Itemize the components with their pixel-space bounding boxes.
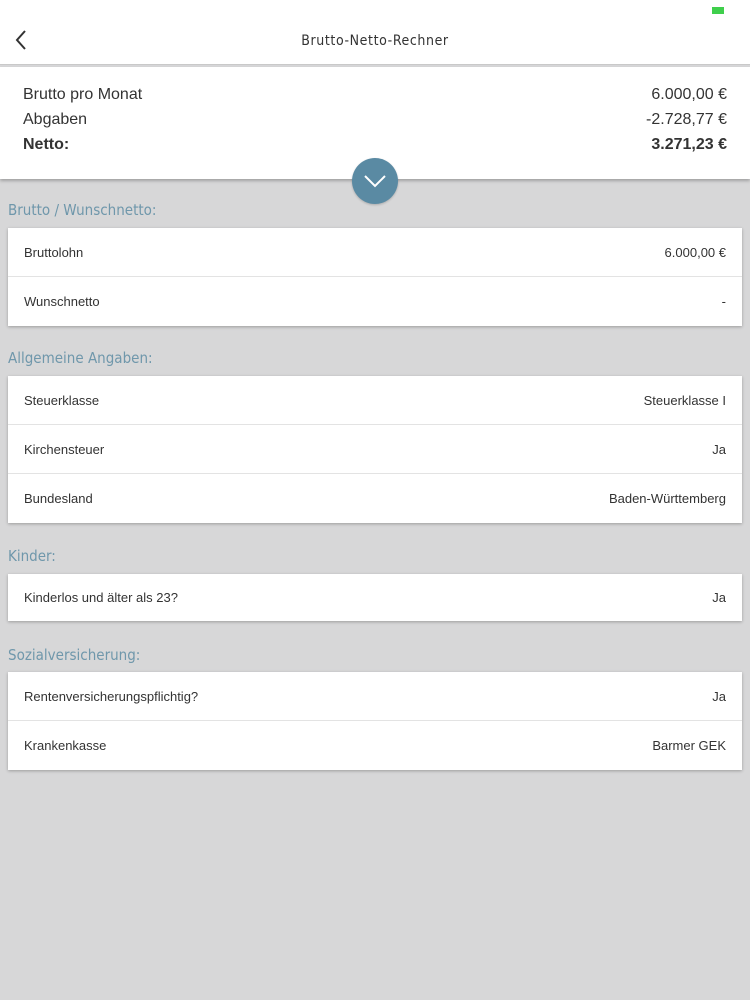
card-general: Steuerklasse Steuerklasse I Kirchensteue…: [8, 376, 742, 523]
row-value: Barmer GEK: [652, 738, 726, 753]
row-value: Ja: [712, 590, 726, 605]
row-pension-insurance[interactable]: Rentenversicherungspflichtig? Ja: [8, 672, 742, 721]
summary-row-gross: Brutto pro Monat 6.000,00 €: [23, 83, 727, 107]
navigation-bar: Brutto-Netto-Rechner: [0, 16, 750, 65]
section-header-social-insurance: Sozialversicherung:: [8, 646, 141, 664]
summary-row-net: Netto: 3.271,23 €: [23, 133, 727, 157]
row-label: Kinderlos und älter als 23?: [24, 590, 178, 605]
card-children: Kinderlos und älter als 23? Ja: [8, 574, 742, 621]
row-value: Ja: [712, 441, 726, 457]
back-button[interactable]: [8, 26, 34, 54]
row-label: Bundesland: [24, 491, 93, 506]
section-header-children: Kinder:: [8, 547, 56, 565]
card-gross-net: Bruttolohn 6.000,00 € Wunschnetto -: [8, 228, 742, 326]
row-gross-salary[interactable]: Bruttolohn 6.000,00 €: [8, 228, 742, 277]
row-value: Ja: [712, 688, 726, 704]
summary-value: 3.271,23 €: [651, 136, 727, 153]
section-header-gross-net: Brutto / Wunschnetto:: [8, 201, 157, 219]
row-desired-net[interactable]: Wunschnetto -: [8, 277, 742, 326]
chevron-down-icon: [364, 175, 386, 188]
summary-label: Brutto pro Monat: [23, 86, 143, 103]
summary-label: Netto:: [23, 136, 70, 153]
row-value: Steuerklasse I: [643, 392, 726, 408]
row-label: Rentenversicherungspflichtig?: [24, 688, 199, 704]
chevron-left-icon: [15, 30, 26, 50]
row-value: 6.000,00 €: [664, 244, 726, 260]
row-label: Wunschnetto: [24, 294, 100, 309]
row-tax-class[interactable]: Steuerklasse Steuerklasse I: [8, 376, 742, 425]
row-federal-state[interactable]: Bundesland Baden-Württemberg: [8, 474, 742, 523]
row-value: -: [721, 294, 726, 309]
summary-value: -2.728,77 €: [646, 111, 727, 128]
page-title: Brutto-Netto-Rechner: [301, 33, 449, 49]
row-label: Krankenkasse: [24, 738, 107, 753]
row-childless[interactable]: Kinderlos und älter als 23? Ja: [8, 574, 742, 621]
section-header-general: Allgemeine Angaben:: [8, 349, 153, 367]
summary-row-deductions: Abgaben -2.728,77 €: [23, 108, 727, 132]
status-bar: [0, 0, 750, 16]
summary-value: 6.000,00 €: [651, 86, 727, 103]
row-value: Baden-Württemberg: [608, 491, 726, 506]
summary-label: Abgaben: [23, 111, 88, 128]
card-social-insurance: Rentenversicherungspflichtig? Ja Kranken…: [8, 672, 742, 770]
row-label: Steuerklasse: [24, 392, 100, 408]
row-health-insurance[interactable]: Krankenkasse Barmer GEK: [8, 721, 742, 770]
row-label: Bruttolohn: [24, 244, 84, 260]
row-label: Kirchensteuer: [24, 441, 105, 457]
row-church-tax[interactable]: Kirchensteuer Ja: [8, 425, 742, 474]
expand-details-button[interactable]: [352, 158, 398, 204]
battery-icon: [712, 7, 724, 14]
